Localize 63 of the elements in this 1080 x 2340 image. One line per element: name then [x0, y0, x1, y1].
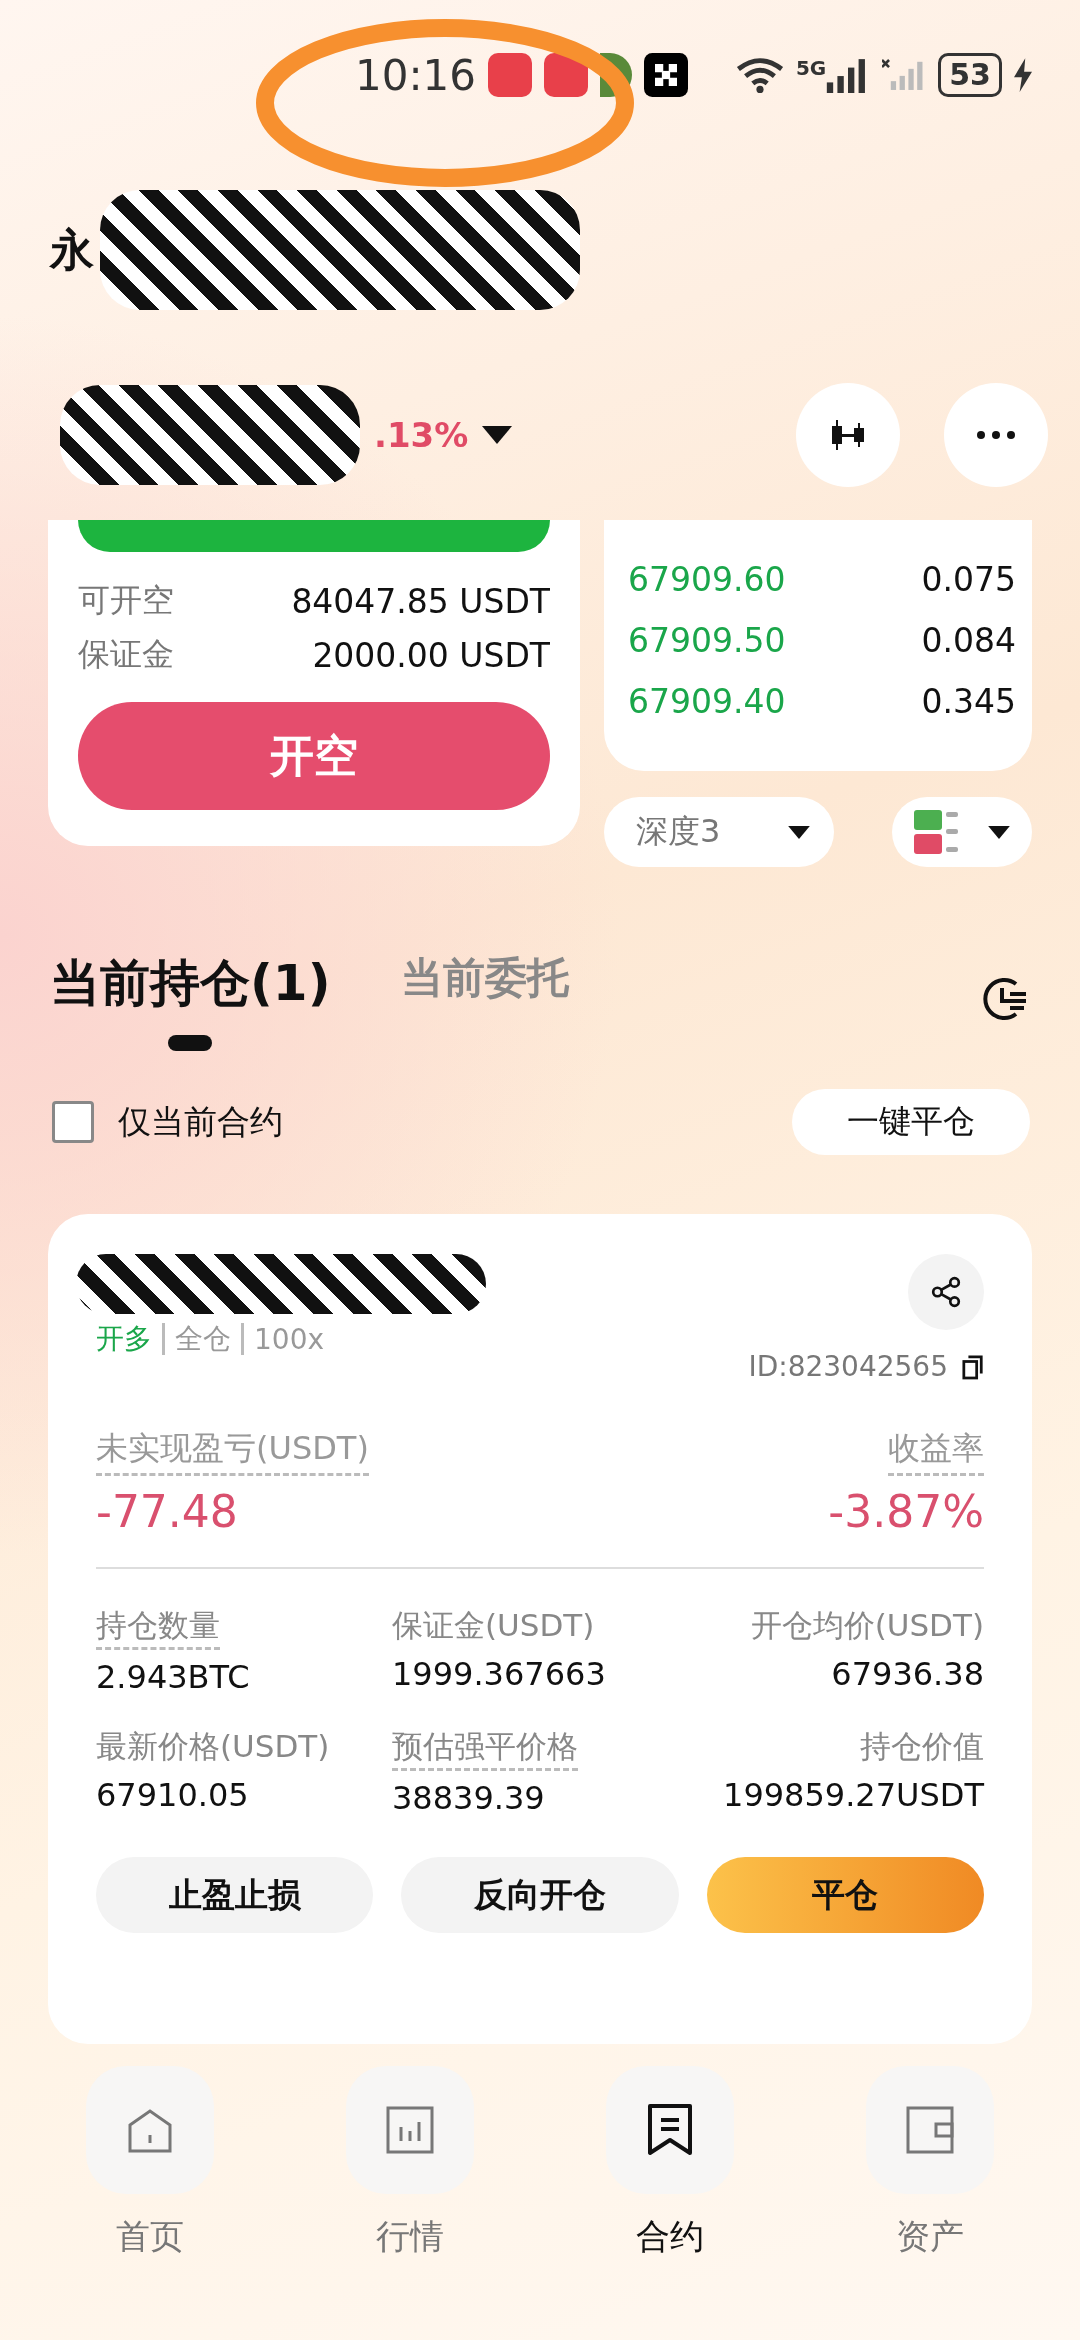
- field-label: 持仓价值: [860, 1727, 984, 1766]
- field-label[interactable]: 持仓数量: [96, 1605, 220, 1650]
- field-value: 67910.05: [96, 1776, 249, 1814]
- bid-price: 67909.60: [628, 560, 786, 599]
- order-label: 保证金: [78, 634, 174, 675]
- network-type: 5G: [795, 56, 827, 80]
- field-label: 开仓均价(USDT): [750, 1606, 984, 1645]
- pnl-label[interactable]: 未实现盈亏(USDT): [96, 1427, 369, 1476]
- order-value: 2000.00 USDT: [312, 635, 550, 675]
- copy-icon[interactable]: [962, 1353, 984, 1380]
- chart-nav-icon[interactable]: [346, 2066, 474, 2194]
- roe-label[interactable]: 收益率: [888, 1427, 984, 1476]
- tab-indicator: [168, 1035, 213, 1051]
- pnl-value: -77.48: [96, 1486, 238, 1537]
- order-label: 可开空: [78, 580, 174, 621]
- order-value: 84047.85 USDT: [291, 581, 550, 621]
- position-tab[interactable]: 当前委托: [400, 950, 569, 1006]
- field-value: 67936.38: [831, 1655, 984, 1693]
- charging-icon: [1014, 58, 1032, 92]
- field-label: 最新价格(USDT): [96, 1727, 330, 1766]
- bid-amount: 0.084: [921, 621, 1016, 660]
- position-tag: 开多: [96, 1320, 152, 1358]
- position-action-button[interactable]: 平仓: [706, 1857, 984, 1933]
- caret-icon: [788, 825, 810, 839]
- position-action-button[interactable]: 反向开仓: [401, 1857, 679, 1933]
- field-value: 38839.39: [392, 1779, 545, 1817]
- home-nav-icon[interactable]: [86, 2066, 214, 2194]
- wallet-nav-icon[interactable]: [866, 2066, 994, 2194]
- wifi-icon: [735, 57, 784, 93]
- battery-indicator: 53: [938, 53, 1002, 97]
- roe-value: -3.87%: [828, 1486, 984, 1537]
- position-tag: 全仓: [175, 1320, 231, 1358]
- field-label[interactable]: 预估强平价格: [392, 1726, 578, 1771]
- nav-label[interactable]: 首页: [116, 2214, 184, 2260]
- close-all-button[interactable]: 一键平仓: [792, 1089, 1030, 1155]
- field-value: 1999.367663: [392, 1655, 606, 1693]
- nav-label[interactable]: 行情: [376, 2214, 444, 2260]
- field-value: 199859.27USDT: [723, 1776, 984, 1814]
- nav-label[interactable]: 合约: [636, 2214, 704, 2260]
- caret-icon[interactable]: [482, 426, 513, 444]
- depth-dropdown[interactable]: 深度3: [604, 797, 834, 867]
- field-value: 2.943BTC: [96, 1658, 250, 1696]
- share-icon: [930, 1276, 962, 1308]
- more-icon: [976, 430, 1016, 440]
- nav-label[interactable]: 资产: [896, 2214, 964, 2260]
- bid-price: 67909.40: [628, 682, 786, 721]
- price-change: .13%: [374, 415, 469, 455]
- header-tab[interactable]: 永: [50, 220, 94, 280]
- checkbox-label: 仅当前合约: [118, 1100, 283, 1143]
- position-tab[interactable]: 当前持仓(1): [50, 950, 331, 1017]
- status-time: 10:16: [355, 50, 477, 100]
- position-id: ID:823042565: [748, 1350, 948, 1383]
- bookmark-nav-icon[interactable]: [606, 2066, 734, 2194]
- field-label: 保证金(USDT): [392, 1606, 595, 1645]
- bid-amount: 0.075: [921, 560, 1016, 599]
- caret-icon: [988, 825, 1010, 839]
- bid-price: 67909.50: [628, 621, 786, 660]
- grid-app-icon: [644, 53, 689, 97]
- sell-button[interactable]: 开空: [78, 702, 550, 810]
- checkbox[interactable]: [52, 1101, 94, 1143]
- position-action-button[interactable]: 止盈止损: [96, 1857, 374, 1933]
- position-tag: 100x: [254, 1322, 324, 1356]
- bid-amount: 0.345: [921, 682, 1016, 721]
